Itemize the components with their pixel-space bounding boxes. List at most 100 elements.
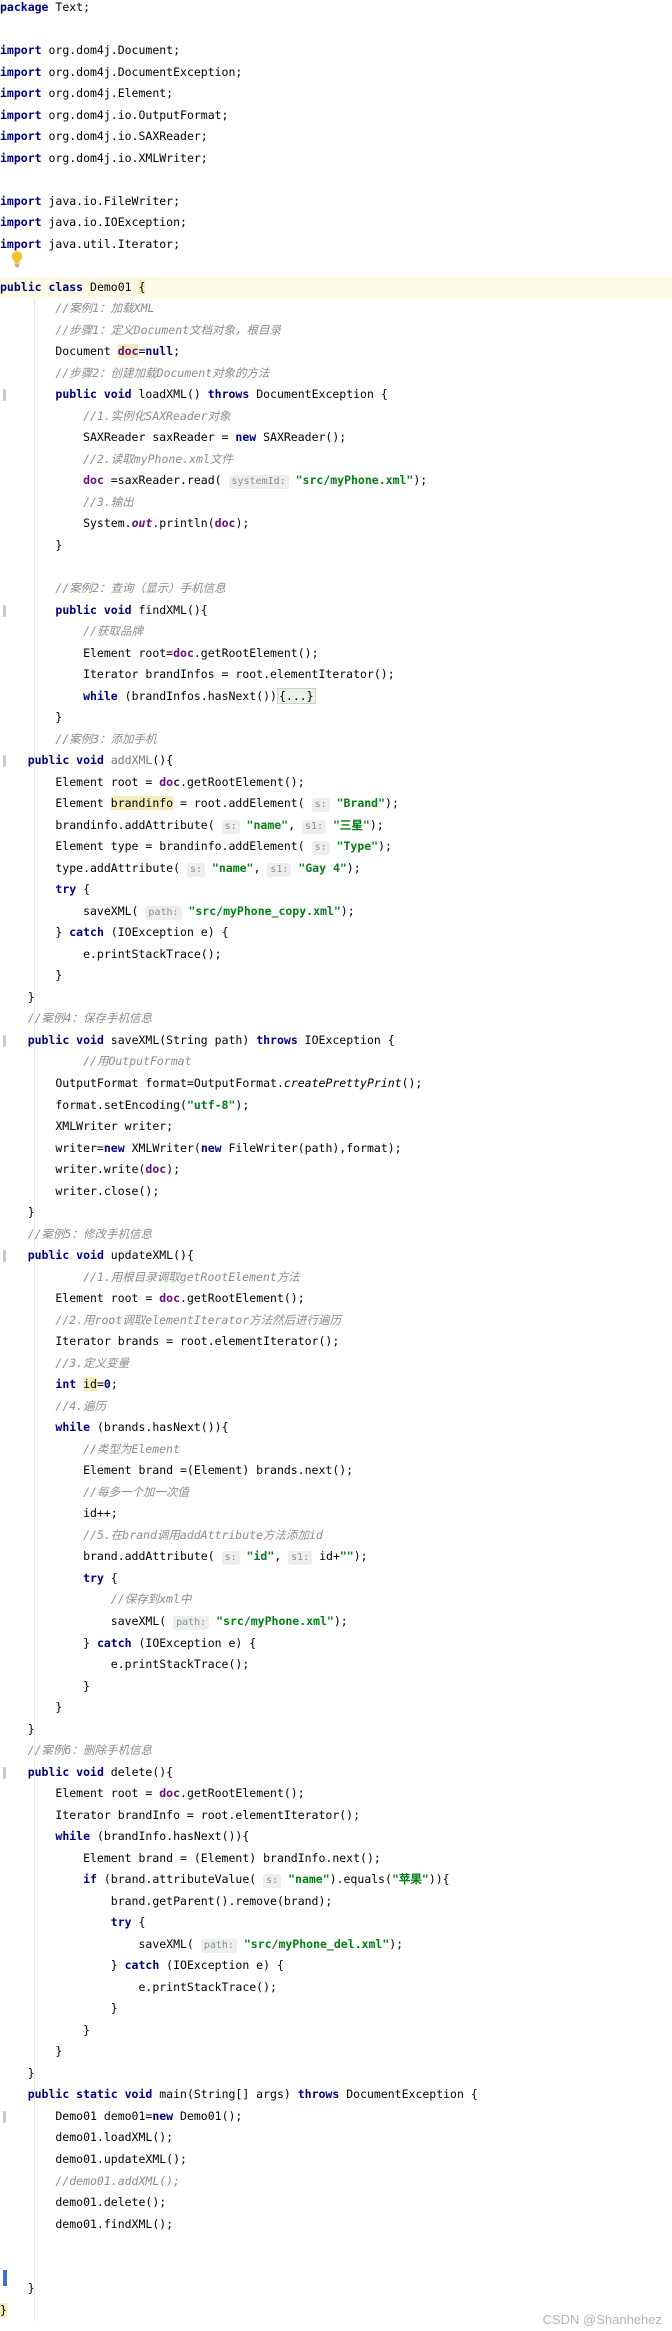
code-line[interactable]: import org.dom4j.io.SAXReader; [0,126,208,147]
code-line[interactable]: demo01.findXML(); [0,2214,173,2235]
code-line[interactable]: //获取品牌 [0,621,143,642]
code-line[interactable]: public void addXML(){ [0,750,173,771]
code-line[interactable]: } [0,2041,62,2062]
code-line[interactable]: public void saveXML(String path) throws … [0,1030,395,1051]
code-line[interactable]: public void findXML(){ [0,600,207,621]
code-line[interactable]: e.printStackTrace(); [0,1977,276,1998]
code-line[interactable]: Element root = doc.getRootElement(); [0,1783,304,1804]
code-line[interactable]: //1.用根目录调取getRootElement方法 [0,1267,300,1288]
code-line[interactable]: doc =saxReader.read( systemId: "src/myPh… [0,470,427,491]
code-line[interactable]: } [0,2020,90,2041]
code-line[interactable]: //案例1：加载XML [0,298,154,319]
fold-marker[interactable] [3,1034,6,1047]
code-line[interactable]: } [0,2300,7,2321]
code-line[interactable]: XMLWriter writer; [0,1116,173,1137]
code-line[interactable]: //5.在brand调用addAttribute方法添加id [0,1525,323,1546]
code-line[interactable]: Element root = doc.getRootElement(); [0,772,304,793]
code-line[interactable]: } [0,707,62,728]
code-line[interactable]: } [0,1676,90,1697]
code-line[interactable]: } catch (IOException e) { [0,1955,284,1976]
code-line[interactable]: } [0,1697,62,1718]
code-line[interactable]: Iterator brandInfos = root.elementIterat… [0,664,395,685]
code-line[interactable]: import org.dom4j.io.XMLWriter; [0,148,208,169]
code-line[interactable]: //4.遍历 [0,1396,106,1417]
code-line[interactable]: package Text; [0,0,90,18]
code-line[interactable]: demo01.loadXML(); [0,2127,173,2148]
fold-marker[interactable] [3,604,6,617]
code-line[interactable]: public static void main(String[] args) t… [0,2084,478,2105]
code-line[interactable]: } [0,1998,118,2019]
code-line[interactable]: saveXML( path: "src/myPhone_copy.xml"); [0,901,355,922]
code-line[interactable]: Demo01 demo01=new Demo01(); [0,2106,242,2127]
code-line[interactable]: import org.dom4j.io.OutputFormat; [0,105,228,126]
code-line[interactable]: } [0,987,35,1008]
code-line[interactable]: } [0,535,62,556]
code-line[interactable]: } [0,965,62,986]
code-line[interactable]: writer=new XMLWriter(new FileWriter(path… [0,1138,401,1159]
code-line[interactable]: } [0,1719,35,1740]
code-line[interactable]: demo01.delete(); [0,2192,166,2213]
code-line[interactable]: //案例6：删除手机信息 [0,1740,152,1761]
code-line[interactable]: while (brandInfos.hasNext()) {...} [0,686,316,707]
code-line[interactable]: //步骤1：定义Document文档对象，根目录 [0,320,281,341]
code-line[interactable]: Element root = doc.getRootElement(); [0,1288,304,1309]
fold-marker[interactable] [3,1250,6,1263]
code-line[interactable]: try { [0,879,90,900]
fold-marker[interactable] [3,1766,6,1779]
code-line[interactable]: //类型为Element [0,1439,180,1460]
code-line[interactable]: import java.io.IOException; [0,212,187,233]
code-line[interactable]: if (brand.attributeValue( s: "name").equ… [0,1869,450,1890]
code-line[interactable]: import org.dom4j.Element; [0,83,173,104]
lightbulb-icon[interactable] [10,250,24,268]
code-line[interactable]: System.out.println(doc); [0,513,249,534]
code-line[interactable]: try { [0,1912,146,1933]
code-line[interactable]: Element root=doc.getRootElement(); [0,643,318,664]
code-line[interactable]: //保存到xml中 [0,1589,192,1610]
code-line[interactable]: } catch (IOException e) { [0,1633,256,1654]
code-line[interactable]: id++; [0,1503,118,1524]
fold-marker[interactable] [3,389,6,402]
code-line[interactable]: //3.输出 [0,492,134,513]
code-line[interactable]: } [0,2063,35,2084]
code-line[interactable]: //案例3：添加手机 [0,729,156,750]
code-line[interactable]: public class Demo01 { [0,276,672,298]
code-line[interactable]: format.setEncoding("utf-8"); [0,1095,249,1116]
code-line[interactable]: while (brandInfo.hasNext()){ [0,1826,249,1847]
code-line[interactable]: saveXML( path: "src/myPhone.xml"); [0,1611,348,1632]
code-line[interactable]: //3.定义变量 [0,1353,129,1374]
code-line[interactable]: demo01.updateXML(); [0,2149,187,2170]
code-line[interactable]: } [0,1202,35,1223]
code-line[interactable]: import java.io.FileWriter; [0,191,180,212]
code-line[interactable]: Element brandinfo = root.addElement( s: … [0,793,399,814]
code-line[interactable]: import java.util.Iterator; [0,234,180,255]
code-line[interactable]: writer.close(); [0,1181,159,1202]
code-line[interactable]: SAXReader saxReader = new SAXReader(); [0,427,346,448]
code-line[interactable]: e.printStackTrace(); [0,1654,249,1675]
code-line[interactable]: //demo01.addXML(); [0,2171,180,2192]
code-editor[interactable]: package Text; import org.dom4j.Document; i… [0,0,672,2331]
fold-marker[interactable] [3,755,6,768]
folded-block[interactable]: {...} [276,687,316,704]
code-line[interactable]: //用OutputFormat [0,1051,191,1072]
code-line[interactable]: Document doc=null; [0,341,180,362]
code-line[interactable]: Iterator brands = root.elementIterator()… [0,1331,339,1352]
code-line[interactable]: //步骤2：创建加载Document对象的方法 [0,363,269,384]
code-line[interactable]: writer.write(doc); [0,1159,180,1180]
code-line[interactable]: OutputFormat format=OutputFormat.createP… [0,1073,422,1094]
code-line[interactable]: Element brand = (Element) brandInfo.next… [0,1848,381,1869]
code-line[interactable]: public void delete(){ [0,1762,173,1783]
code-line[interactable]: saveXML( path: "src/myPhone_del.xml"); [0,1934,403,1955]
code-line[interactable]: Element brand =(Element) brands.next(); [0,1460,353,1481]
code-line[interactable]: type.addAttribute( s: "name", s1: "Gay 4… [0,858,361,879]
code-line[interactable]: brand.getParent().remove(brand); [0,1891,333,1912]
code-line[interactable]: brand.addAttribute( s: "id", s1: id+""); [0,1546,368,1567]
code-line[interactable]: //案例4：保存手机信息 [0,1008,152,1029]
code-line[interactable]: public void updateXML(){ [0,1245,194,1266]
code-line[interactable]: try { [0,1568,118,1589]
fold-marker[interactable] [3,2110,6,2123]
code-line[interactable]: Element type = brandinfo.addElement( s: … [0,836,392,857]
code-line[interactable]: //每多一个加一次值 [0,1482,189,1503]
code-line[interactable]: public void loadXML() throws DocumentExc… [0,384,387,405]
code-line[interactable]: import org.dom4j.DocumentException; [0,62,242,83]
code-line[interactable]: //案例5：修改手机信息 [0,1224,152,1245]
